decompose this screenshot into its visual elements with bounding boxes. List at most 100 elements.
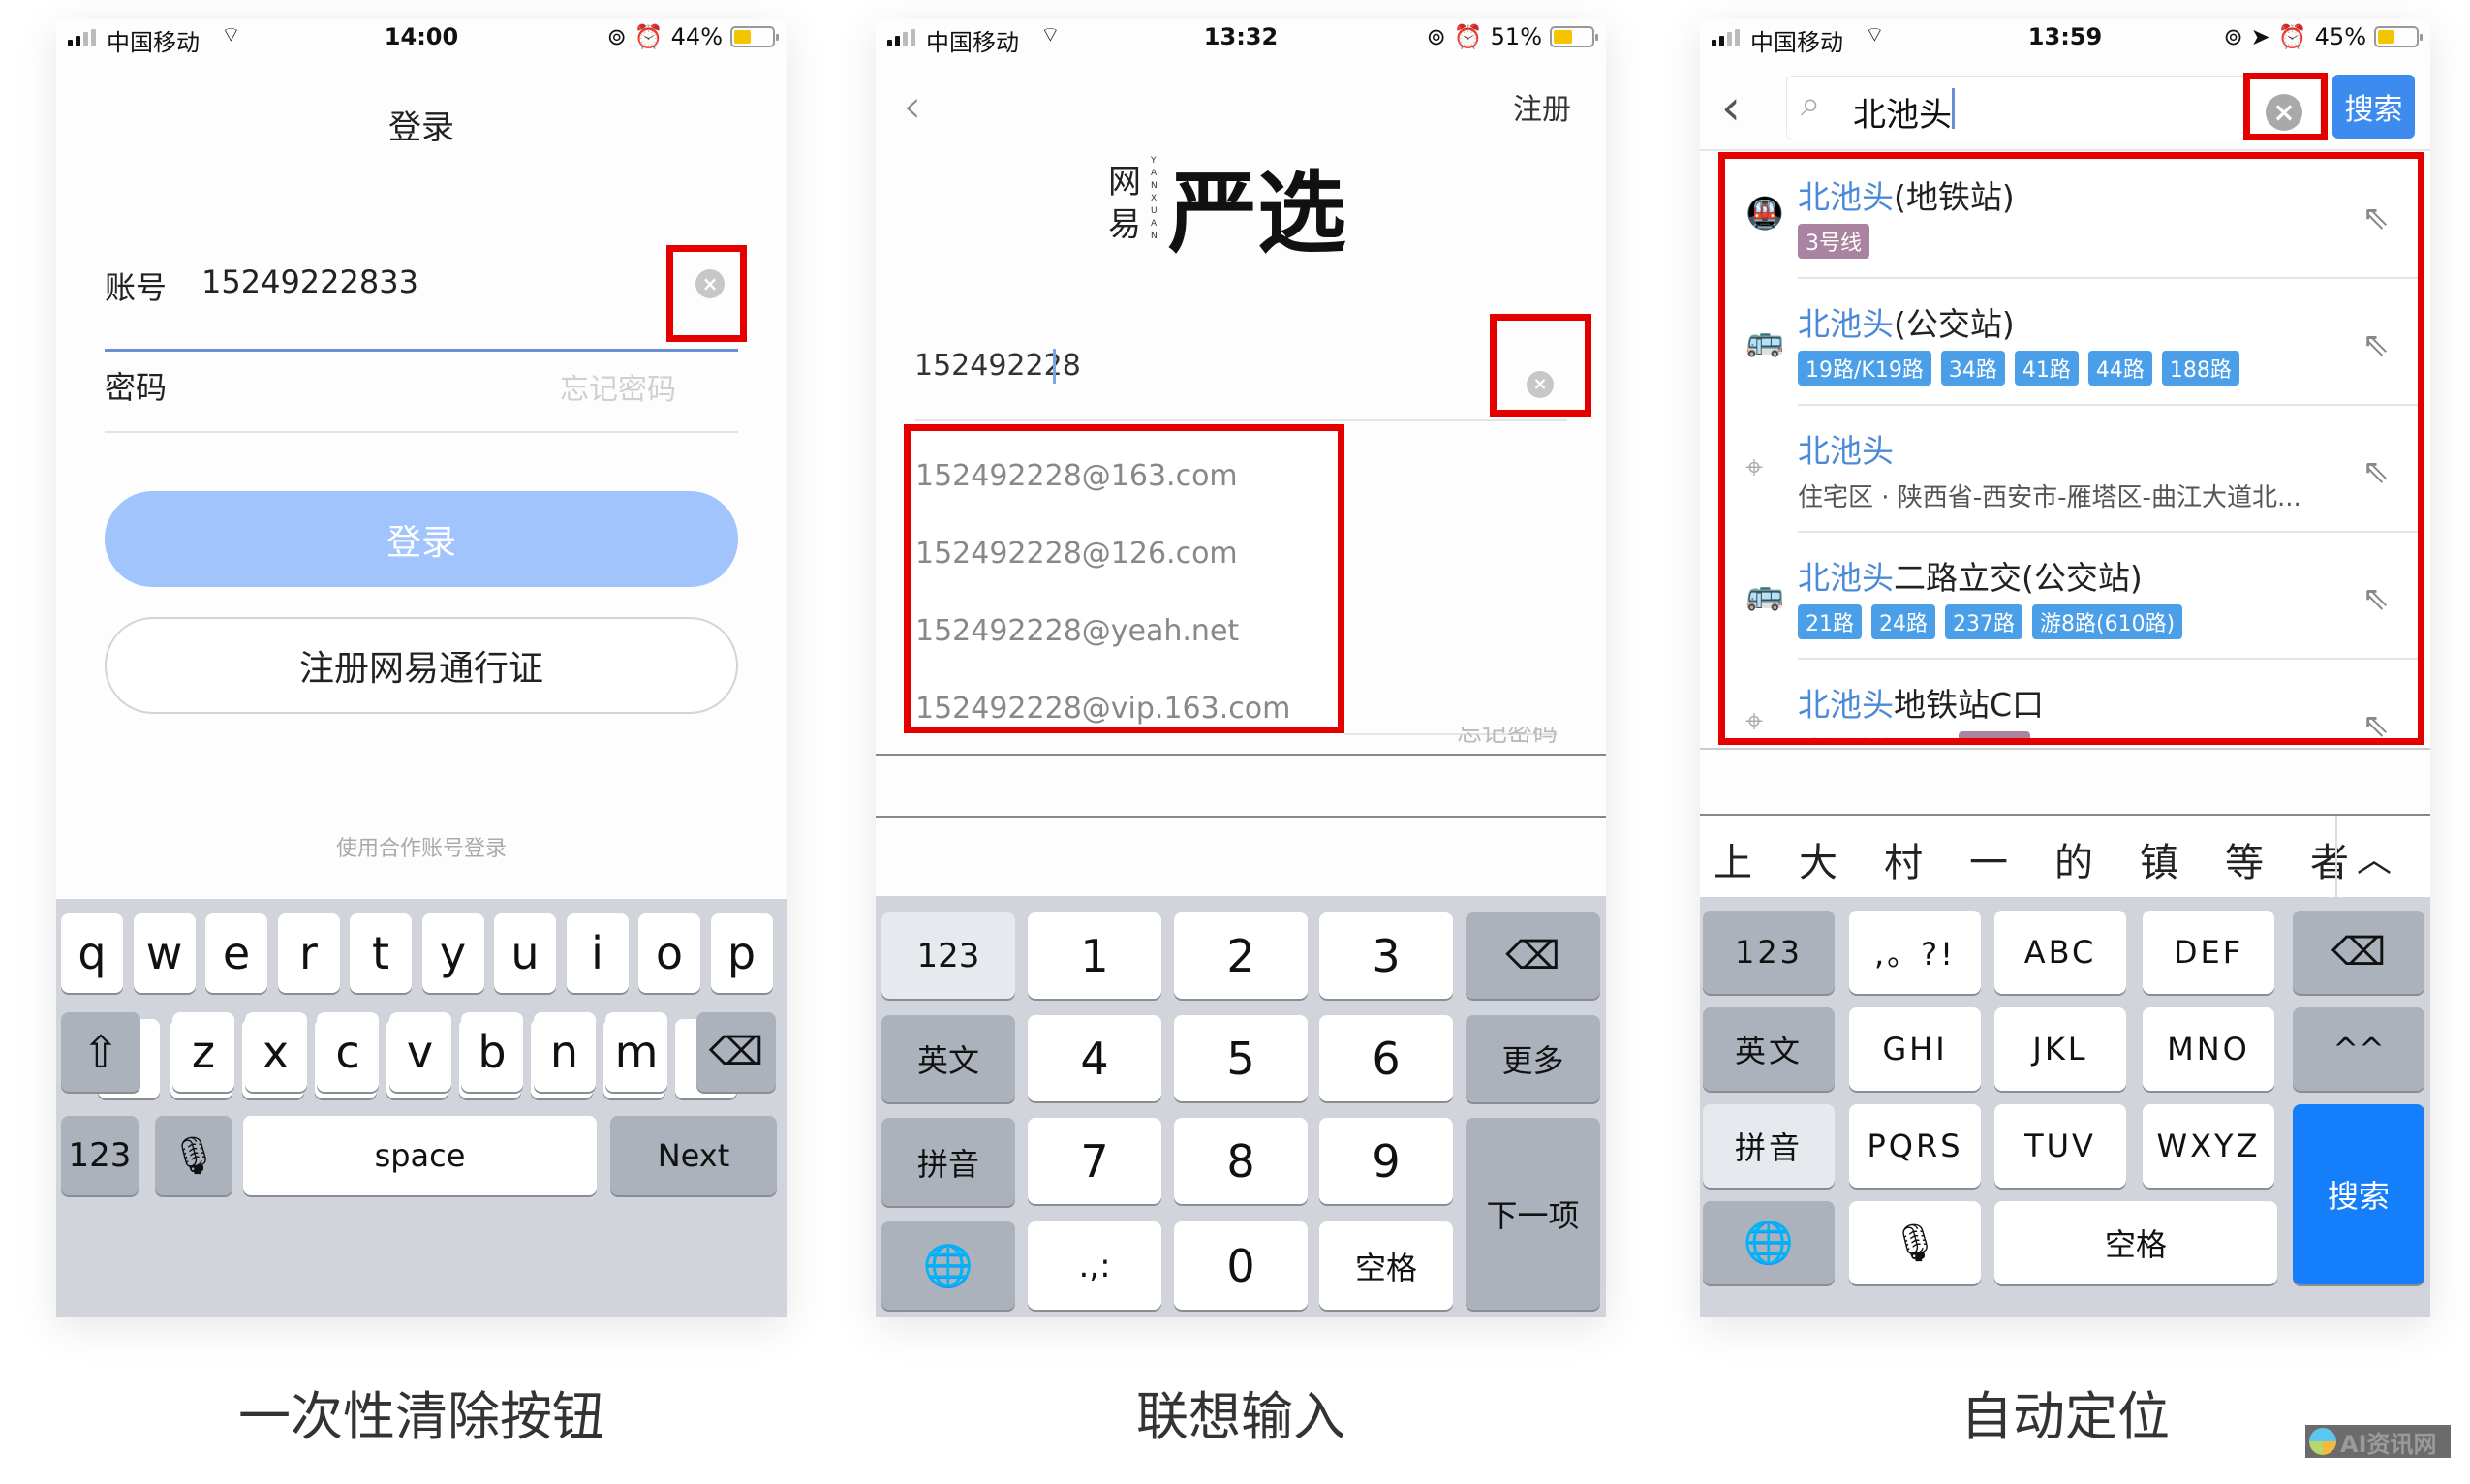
shift-key[interactable]: ⇧ xyxy=(61,1012,140,1092)
battery-percent: 51% xyxy=(1490,23,1542,50)
tuv-key[interactable]: TUV xyxy=(1994,1104,2126,1188)
battery-percent: 45% xyxy=(2314,23,2366,50)
english-key[interactable]: 英文 xyxy=(1703,1007,1835,1091)
space-key[interactable]: 空格 xyxy=(1319,1221,1453,1310)
punctuation-key[interactable]: .,: xyxy=(1028,1221,1161,1310)
search-key[interactable]: 搜索 xyxy=(2293,1104,2424,1284)
wxyz-key[interactable]: WXYZ xyxy=(2143,1104,2274,1188)
globe-icon[interactable]: 🌐 xyxy=(881,1221,1015,1310)
next-field-key[interactable]: 下一项 xyxy=(1466,1118,1600,1310)
alarm-icon: ⏰ xyxy=(2277,23,2307,50)
digit-key-7[interactable]: 7 xyxy=(1028,1118,1161,1204)
candidate-word[interactable]: 的 xyxy=(2054,831,2101,887)
account-input[interactable]: 152492228 xyxy=(914,349,1081,383)
english-key[interactable]: 英文 xyxy=(881,1015,1015,1102)
key-m[interactable]: m xyxy=(605,1012,667,1092)
partner-login-link[interactable]: 使用合作账号登录 xyxy=(56,831,787,862)
key-o[interactable]: o xyxy=(638,913,700,993)
back-chevron-icon[interactable]: ‹ xyxy=(903,79,921,134)
digit-key-6[interactable]: 6 xyxy=(1319,1015,1453,1101)
space-key[interactable]: 空格 xyxy=(1994,1201,2277,1284)
digit-key-2[interactable]: 2 xyxy=(1174,912,1308,999)
input-underline xyxy=(914,419,1567,421)
space-key[interactable]: space xyxy=(243,1116,597,1195)
next-key[interactable]: Next xyxy=(610,1116,777,1195)
backspace-key[interactable]: ⌫ xyxy=(696,1012,776,1092)
phone-email-suggest-screen: 中国移动 ⌔ 13:32 ⊚ ⏰ 51% ‹ 注册 网 易 YANXUAN 严选… xyxy=(876,19,1606,1317)
divider xyxy=(876,754,1606,756)
candidate-word[interactable]: 者 xyxy=(2310,831,2357,887)
key-x[interactable]: x xyxy=(244,1012,307,1092)
expand-candidates-icon[interactable]: ︿ xyxy=(2357,831,2392,881)
candidate-word[interactable]: 镇 xyxy=(2140,831,2186,887)
keyboard: 123 英文 拼音 🌐 1234567890 .,: 空格 ⌫ 更多 下一项 xyxy=(876,896,1606,1317)
search-icon: ⌕ xyxy=(1801,84,1821,124)
password-label: 密码 xyxy=(105,369,168,406)
battery-percent: 44% xyxy=(670,23,723,50)
key-q[interactable]: q xyxy=(61,913,123,993)
keyboard: 123,。?! ABC DEF 英文 GHI JKL MNO 拼音 PQRS TUV WXYZ ⌫ … xyxy=(1700,897,2430,1317)
key-e[interactable]: e xyxy=(205,913,267,993)
mno-key[interactable]: MNO xyxy=(2143,1007,2274,1091)
pqrs-key[interactable]: PQRS xyxy=(1849,1104,1981,1188)
backspace-key[interactable]: ⌫ xyxy=(2293,911,2424,994)
divider xyxy=(1700,748,2430,750)
numbers-key[interactable]: 123 xyxy=(61,1116,139,1195)
more-key[interactable]: 更多 xyxy=(1466,1015,1600,1102)
back-chevron-icon[interactable]: ‹ xyxy=(1721,79,1741,136)
numbers-key[interactable]: 123 xyxy=(881,912,1015,999)
key-v[interactable]: v xyxy=(388,1012,451,1092)
divider xyxy=(1700,149,2430,151)
microphone-icon[interactable]: 🎙 xyxy=(155,1116,232,1195)
search-button[interactable]: 搜索 xyxy=(2332,75,2415,139)
candidate-word[interactable]: 村 xyxy=(1884,831,1930,887)
register-button[interactable]: 注册网易通行证 xyxy=(105,617,738,714)
def-key[interactable]: DEF xyxy=(2143,911,2274,994)
register-link[interactable]: 注册 xyxy=(1513,85,1571,128)
globe-icon[interactable]: 🌐 xyxy=(1703,1201,1835,1284)
digit-key-3[interactable]: 3 xyxy=(1319,912,1453,999)
key-i[interactable]: i xyxy=(566,913,629,993)
pinyin-key[interactable]: 拼音 xyxy=(1703,1104,1835,1188)
punct-key[interactable]: ,。?! xyxy=(1849,911,1981,994)
forgot-password-link[interactable]: 忘记密码 xyxy=(1457,727,1558,748)
digit-key-5[interactable]: 5 xyxy=(1174,1015,1308,1101)
k123-key[interactable]: 123 xyxy=(1703,911,1835,994)
alarm-icon: ⏰ xyxy=(633,23,664,50)
digit-key-1[interactable]: 1 xyxy=(1028,912,1161,999)
location-arrow-icon: ➤ xyxy=(2250,23,2270,50)
key-n[interactable]: n xyxy=(533,1012,596,1092)
candidate-word[interactable]: 大 xyxy=(1799,831,1845,887)
forgot-password-link[interactable]: 忘记密码 xyxy=(560,365,676,408)
digit-key-9[interactable]: 9 xyxy=(1319,1118,1453,1204)
account-input[interactable]: 15249222833 xyxy=(201,263,418,300)
microphone-icon[interactable]: 🎙 xyxy=(1849,1201,1981,1284)
key-w[interactable]: w xyxy=(133,913,196,993)
candidate-word[interactable]: 等 xyxy=(2225,831,2271,887)
key-p[interactable]: p xyxy=(710,913,773,993)
emoticon-key[interactable]: ^^ xyxy=(2293,1007,2424,1091)
key-b[interactable]: b xyxy=(461,1012,523,1092)
abc-key[interactable]: ABC xyxy=(1994,911,2126,994)
candidate-word[interactable]: 上 xyxy=(1714,831,1760,887)
key-u[interactable]: u xyxy=(494,913,556,993)
jkl-key[interactable]: JKL xyxy=(1994,1007,2126,1091)
ghi-key[interactable]: GHI xyxy=(1849,1007,1981,1091)
key-r[interactable]: r xyxy=(277,913,340,993)
key-y[interactable]: y xyxy=(421,913,484,993)
digit-key-0[interactable]: 0 xyxy=(1174,1221,1308,1310)
key-t[interactable]: t xyxy=(350,913,412,993)
digit-key-8[interactable]: 8 xyxy=(1174,1118,1308,1204)
digit-key-4[interactable]: 4 xyxy=(1028,1015,1161,1101)
candidate-word[interactable]: 一 xyxy=(1969,831,2016,887)
backspace-key[interactable]: ⌫ xyxy=(1466,912,1600,999)
status-bar: 中国移动 ⌔ 13:32 ⊚ ⏰ 51% xyxy=(876,19,1606,58)
battery-icon xyxy=(1550,26,1598,47)
search-field[interactable]: ⌕ 北池头 xyxy=(1786,76,2321,139)
keyboard: qwertyuiopasdfghjklzxcvbnm ⇧ ⌫ 123 🎙 spa… xyxy=(56,899,787,1317)
key-c[interactable]: c xyxy=(317,1012,379,1092)
search-input[interactable]: 北池头 xyxy=(1853,88,1952,136)
login-button[interactable]: 登录 xyxy=(105,491,738,587)
pinyin-key[interactable]: 拼音 xyxy=(881,1118,1015,1206)
key-z[interactable]: z xyxy=(172,1012,234,1092)
